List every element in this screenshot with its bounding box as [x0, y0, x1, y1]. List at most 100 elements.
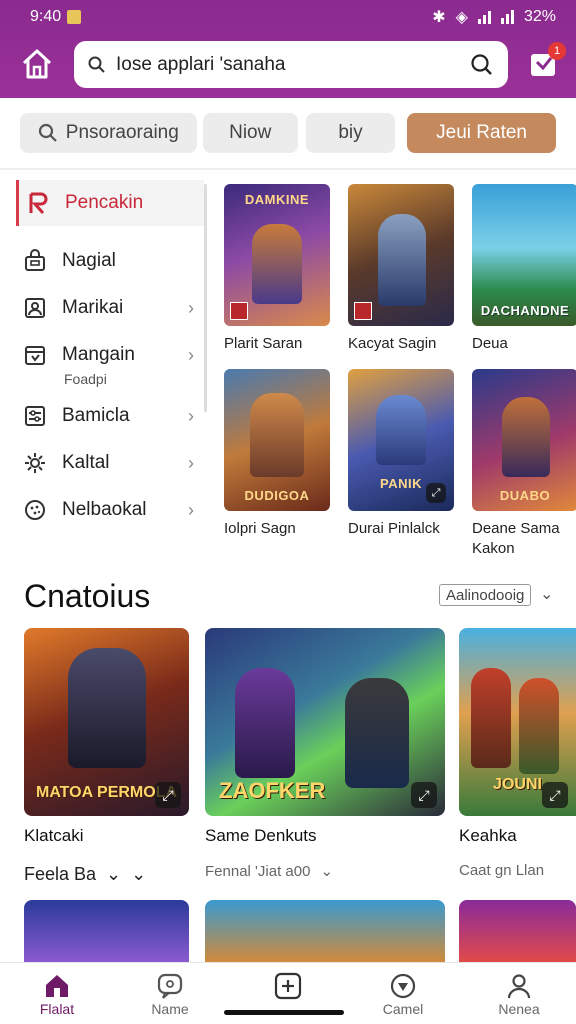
- search-submit-icon[interactable]: [470, 53, 494, 77]
- sidebar-item-nagial[interactable]: Nagial: [16, 238, 204, 284]
- game-title: Klatcaki: [24, 826, 84, 845]
- product-thumbnail: DAMKINE: [224, 184, 330, 326]
- product-tag: [230, 302, 248, 320]
- nav-item-home[interactable]: Flalat: [12, 971, 102, 1017]
- notification-icon: [67, 10, 82, 24]
- game-card[interactable]: MATOA PERMOLA ⤢ Klatcaki Feela Ba ⌄ ⌄: [24, 628, 189, 885]
- ribbon-icon: [25, 190, 51, 216]
- chevron-down-icon[interactable]: ⌄: [540, 584, 553, 604]
- sidebar-item-nelbaokal[interactable]: Nelbaokal ›: [16, 487, 204, 533]
- chevron-down-icon: ⌄: [320, 863, 334, 880]
- person-icon: [507, 974, 531, 999]
- app-header: 9:40 ✱ ◈ 32% Iose applari 'sanaha 1: [0, 0, 576, 98]
- nav-item-profile[interactable]: Nenea: [474, 971, 564, 1017]
- chevron-right-icon: ›: [188, 452, 194, 473]
- sidebar-item-label: Kaltal: [62, 452, 110, 473]
- product-title: Plarit Saran: [224, 335, 303, 352]
- game-variant-label: Feela Ba: [24, 864, 97, 884]
- product-thumbnail: [348, 184, 454, 326]
- search-icon: [38, 123, 57, 142]
- nav-item-chat[interactable]: Name: [125, 971, 215, 1017]
- sidebar-item-label: Bamicla: [62, 405, 130, 426]
- chevron-right-icon: ›: [188, 297, 194, 318]
- sidebar-item-label: Pencakin: [65, 192, 144, 213]
- bag-icon: [22, 248, 48, 274]
- filter-row: Pnsoraoraing Niow biy Jeui Raten: [20, 113, 556, 155]
- quick-view-icon[interactable]: ⤢: [411, 782, 437, 808]
- search-input[interactable]: Iose applari 'sanaha: [116, 54, 470, 76]
- calendar-icon: [22, 342, 48, 368]
- sidebar-item-bamicla[interactable]: Bamicla ›: [16, 393, 204, 439]
- nav-label: Camel: [382, 1001, 424, 1017]
- wifi-signal-icon: [500, 10, 514, 24]
- filter-chip-search[interactable]: Pnsoraoraing: [20, 113, 197, 153]
- game-card-peek[interactable]: [459, 900, 576, 962]
- sidebar-item-pencakin[interactable]: Pencakin: [16, 180, 204, 226]
- game-card[interactable]: JOUNI ⤢ Keahka Caat gn Llan: [459, 628, 576, 879]
- chevron-right-icon: ›: [188, 344, 194, 365]
- product-card[interactable]: Kacyat Sagin: [348, 184, 454, 354]
- house-icon: [46, 975, 68, 997]
- filter-chip-label: biy: [338, 122, 363, 143]
- home-icon: [22, 49, 52, 79]
- sidebar-item-label: Nagial: [62, 250, 116, 271]
- game-title: Same Denkuts: [205, 826, 317, 845]
- product-card[interactable]: DUDIGOA Iolpri Sagn: [224, 369, 330, 539]
- quick-view-icon[interactable]: ⤢: [155, 782, 181, 808]
- product-title: Deua: [472, 335, 508, 352]
- game-thumbnail: JOUNI ⤢: [459, 628, 576, 816]
- cart-button[interactable]: 1: [527, 42, 566, 80]
- chevron-down-icon: ⌄: [106, 864, 122, 884]
- game-card-peek[interactable]: [205, 900, 445, 962]
- sidebar-scrollbar[interactable]: [204, 184, 207, 412]
- product-thumbnail: DUABO: [472, 369, 576, 511]
- nav-item-add[interactable]: [243, 971, 333, 1001]
- quick-view-icon[interactable]: ⤢: [542, 782, 568, 808]
- filter-chip-new[interactable]: Niow: [202, 113, 298, 153]
- rating-filter-button[interactable]: Jeui Raten: [407, 113, 556, 153]
- game-card[interactable]: ZAOFKER ⤢ Same Denkuts Fennal 'Jiat a00 …: [205, 628, 445, 880]
- bluetooth-icon: ✱: [432, 9, 446, 26]
- sidebar-item-label: Mangain: [62, 344, 135, 365]
- home-indicator[interactable]: [224, 1010, 344, 1015]
- filter-chip-buy[interactable]: biy: [305, 113, 396, 153]
- header-divider: [0, 168, 576, 170]
- game-variant-select[interactable]: Fennal 'Jiat a00 ⌄: [205, 862, 445, 881]
- game-thumbnail: MATOA PERMOLA ⤢: [24, 628, 189, 816]
- sidebar-item-kaltal[interactable]: Kaltal ›: [16, 440, 204, 486]
- product-title: Deane Sama Kakon: [472, 520, 560, 557]
- product-title: Iolpri Sagn: [224, 520, 296, 537]
- category-sidebar: Pencakin Nagial Marikai › Mangain › Foad…: [16, 180, 204, 534]
- sort-dropdown[interactable]: Aalinodooig: [439, 584, 531, 606]
- add-box-icon: [274, 972, 302, 1000]
- product-card[interactable]: PANIK ⤢ Durai Pinlalck: [348, 369, 454, 539]
- home-button[interactable]: [18, 46, 56, 82]
- game-thumbnail: ZAOFKER ⤢: [205, 628, 445, 816]
- sidebar-item-marikai[interactable]: Marikai ›: [16, 285, 204, 331]
- section-title: Cnatoius: [24, 578, 151, 614]
- product-card[interactable]: DUABO Deane Sama Kakon: [472, 369, 576, 559]
- product-tag: [354, 302, 372, 320]
- badge-icon: [390, 973, 416, 999]
- chat-icon: [157, 973, 183, 999]
- product-image-text: DAMKINE: [244, 192, 310, 207]
- search-bar[interactable]: Iose applari 'sanaha: [74, 41, 508, 88]
- sidebar-item-mangain[interactable]: Mangain ›: [16, 332, 204, 378]
- nav-label: Nenea: [498, 1001, 540, 1017]
- cookie-icon: [22, 497, 48, 523]
- nav-label: Flalat: [39, 1001, 75, 1017]
- nav-item-camel[interactable]: Camel: [358, 971, 448, 1017]
- product-card[interactable]: DAMKINE Plarit Saran: [224, 184, 330, 354]
- quick-view-icon[interactable]: ⤢: [426, 483, 446, 503]
- sidebar-item-label: Nelbaokal: [62, 499, 147, 520]
- game-card-peek[interactable]: [24, 900, 189, 962]
- product-image-text: DUDIGOA: [244, 488, 310, 503]
- cart-badge: 1: [548, 42, 566, 60]
- product-card[interactable]: DACHANDNE Deua: [472, 184, 576, 354]
- game-variant-select[interactable]: Feela Ba ⌄ ⌄: [24, 864, 189, 885]
- status-bar: 9:40 ✱ ◈ 32%: [30, 6, 556, 28]
- shield-icon: ◈: [455, 9, 468, 26]
- filter-chip-label: Pnsoraoraing: [65, 122, 179, 143]
- product-title: Kacyat Sagin: [348, 335, 437, 352]
- game-variant-label: Caat gn Llan: [459, 862, 545, 879]
